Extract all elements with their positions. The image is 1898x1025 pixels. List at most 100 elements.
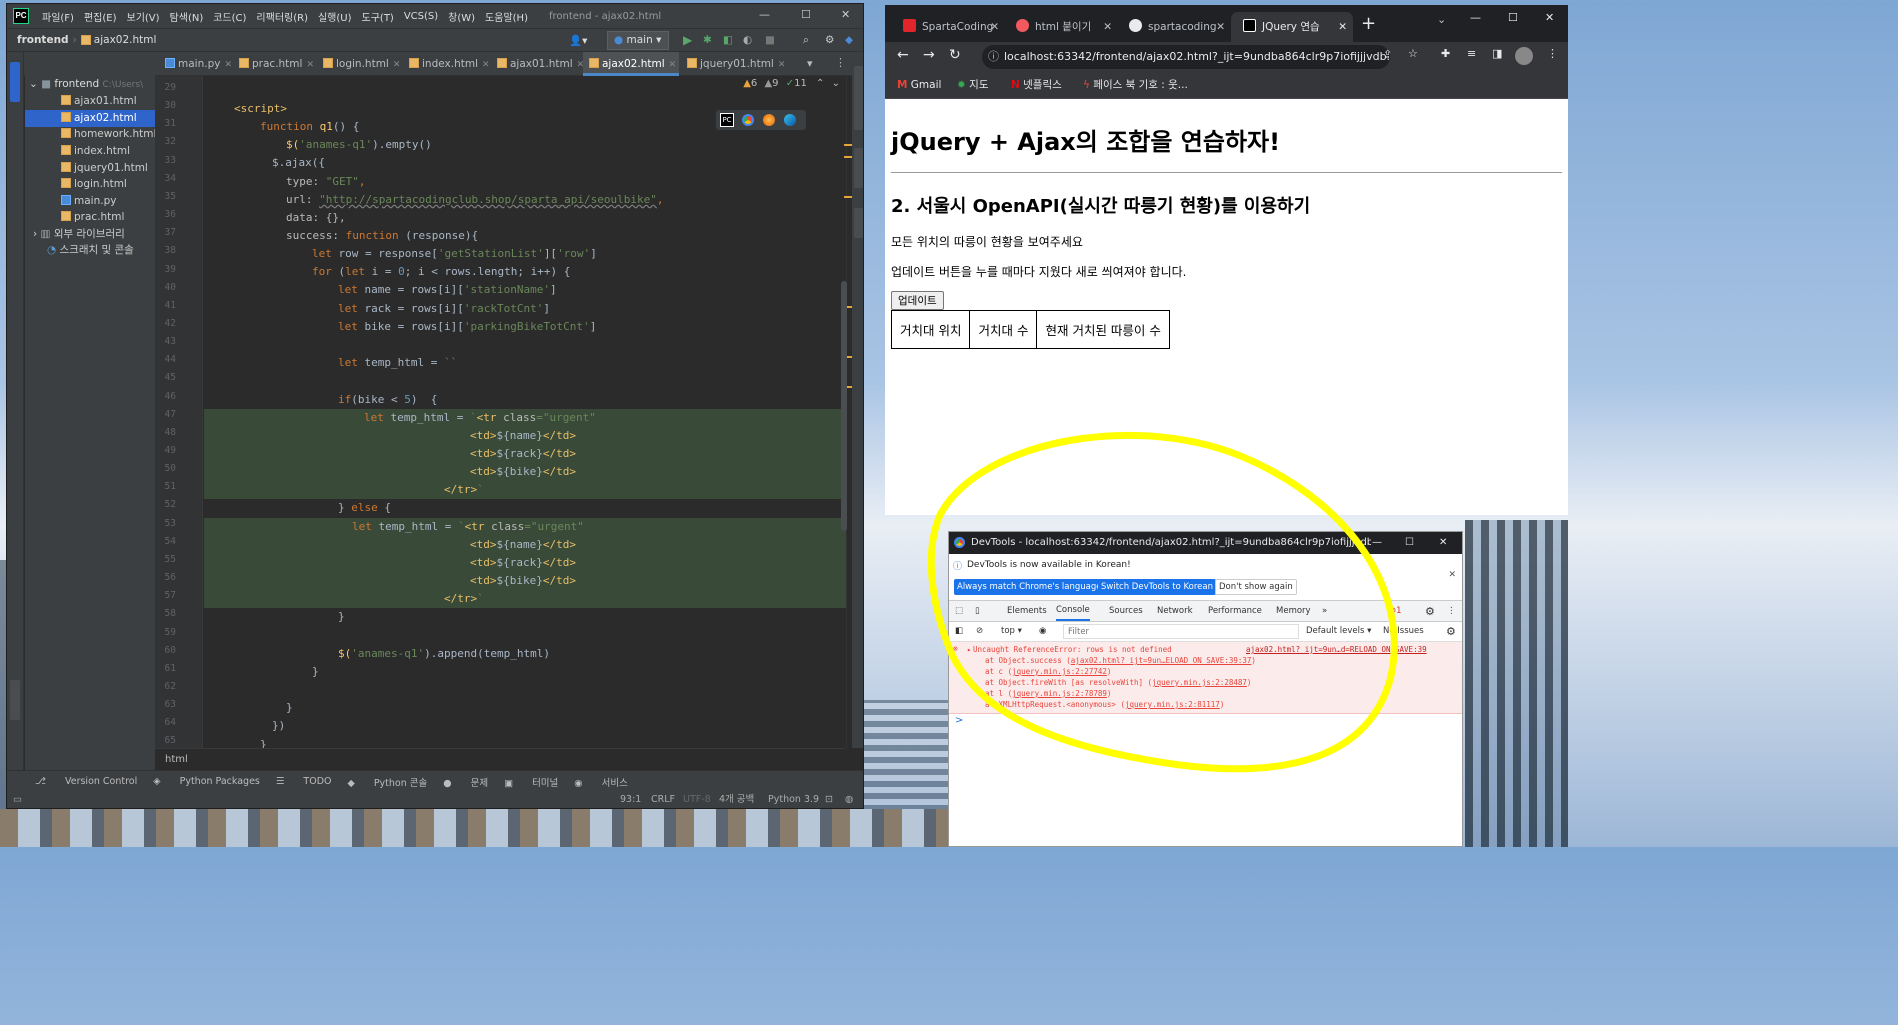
tree-file[interactable]: index.html (25, 143, 155, 160)
chrome-icon[interactable] (742, 114, 754, 126)
stack-link[interactable]: jquery.min.js:2:78789 (1012, 689, 1107, 698)
tree-root[interactable]: ⌄ ■ frontend C:\Users\ (25, 76, 155, 93)
problems-button[interactable]: ● 문제 (443, 775, 488, 789)
tab-search-icon[interactable]: ⌄ (1437, 13, 1446, 26)
bookmark-gmail[interactable]: M Gmail (897, 72, 941, 98)
menu-refactor[interactable]: 리팩터링(R) (251, 9, 313, 24)
database-tool-button[interactable] (854, 66, 863, 130)
tree-file[interactable]: homework.html (25, 126, 156, 143)
user-icon[interactable]: 👤▾ (569, 34, 587, 47)
forward-icon[interactable]: → (923, 47, 935, 63)
maximize-icon[interactable]: ☐ (1405, 532, 1414, 554)
tree-file[interactable]: ajax01.html (25, 93, 155, 110)
tree-file[interactable]: login.html (25, 176, 155, 193)
menu-tools[interactable]: 도구(T) (357, 9, 399, 24)
tab-console[interactable]: Console (1056, 601, 1090, 621)
structure-tool-button[interactable] (10, 680, 20, 720)
device-toolbar-icon[interactable]: ▯ (975, 601, 980, 622)
menu-file[interactable]: 파일(F) (37, 9, 79, 24)
console-settings-icon[interactable]: ⚙ (1446, 622, 1456, 641)
close-icon[interactable]: ✕ (1448, 570, 1456, 580)
error-source-link[interactable]: ajax02.html?_ijt=9un…d=RELOAD_ON_SAVE:39 (1246, 644, 1427, 655)
services-button[interactable]: ◉ 서비스 (574, 775, 628, 789)
expand-error-icon[interactable]: ▸ (967, 644, 972, 655)
maximize-icon[interactable]: ☐ (801, 8, 811, 21)
minimize-icon[interactable]: — (759, 8, 770, 21)
close-icon[interactable]: ✕ (224, 60, 232, 70)
python-interpreter[interactable]: Python 3.9 (768, 792, 819, 808)
maximize-icon[interactable]: ☐ (1508, 11, 1518, 24)
todo-button[interactable]: ☰ TODO (276, 776, 332, 787)
reading-list-icon[interactable]: ≡ (1467, 47, 1476, 60)
tree-file[interactable]: jquery01.html (25, 160, 155, 177)
notifications-tool-button[interactable] (854, 208, 863, 238)
profile-icon[interactable]: ◐ (743, 34, 752, 46)
reload-icon[interactable]: ↻ (949, 47, 961, 63)
stack-link[interactable]: jquery.min.js:2:28487 (1152, 678, 1247, 687)
tab-prac-html[interactable]: prac.html ✕ (233, 52, 314, 76)
minimize-icon[interactable]: — (1372, 532, 1382, 554)
menu-run[interactable]: 실행(U) (313, 9, 357, 24)
run-config-select[interactable]: ● main ▾ (607, 31, 669, 50)
more-tabs-icon[interactable]: » (1322, 601, 1327, 622)
menu-window[interactable]: 창(W) (443, 9, 480, 24)
inspection-widget[interactable]: ▲6 ▲9 ✓11 ⌃ ⌄ (743, 78, 840, 89)
firefox-icon[interactable] (763, 114, 775, 126)
tab-login-html[interactable]: login.html ✕ (317, 52, 400, 76)
caret-position[interactable]: 93:1 (620, 792, 641, 808)
memory-indicator-icon[interactable]: ◍ (845, 792, 853, 808)
settings-icon[interactable]: ⚙ (825, 34, 834, 46)
indent-setting[interactable]: 4개 공백 (719, 792, 754, 808)
nav-file[interactable]: ajax02.html (94, 34, 157, 46)
new-tab-icon[interactable]: + (1361, 13, 1376, 34)
project-tool-button[interactable] (10, 62, 20, 102)
close-icon[interactable]: ✕ (1216, 12, 1225, 42)
tab-ajax02-html[interactable]: ajax02.html ✕ (583, 52, 679, 76)
more-icon[interactable]: ⋮ (835, 56, 846, 69)
switch-korean-button[interactable]: Switch DevTools to Korean (1098, 579, 1216, 595)
menu-vcs[interactable]: VCS(S) (399, 11, 443, 22)
stack-link[interactable]: jquery.min.js:2:81117 (1125, 700, 1220, 709)
tab-network[interactable]: Network (1157, 601, 1193, 622)
lock-icon[interactable]: ⊡ (825, 792, 833, 808)
tab-ajax01-html[interactable]: ajax01.html ✕ (491, 52, 584, 76)
match-language-button[interactable]: Always match Chrome's language (954, 579, 1105, 595)
close-icon[interactable]: ✕ (841, 8, 850, 21)
bookmark-facebook[interactable]: ϟ 페이스 북 기호 : 웃... (1083, 72, 1188, 98)
clear-console-icon[interactable]: ⊘ (976, 622, 983, 641)
editor-breadcrumb[interactable]: html (155, 748, 845, 770)
menu-edit[interactable]: 편집(E) (79, 9, 122, 24)
bookmark-star-icon[interactable]: ☆ (1408, 47, 1418, 60)
bookmark-netflix[interactable]: N 넷플릭스 (1011, 72, 1062, 98)
inspect-element-icon[interactable]: ⬚ (955, 601, 963, 622)
more-icon[interactable]: ⋮ (1447, 601, 1456, 622)
menu-code[interactable]: 코드(C) (208, 9, 251, 24)
close-icon[interactable]: ✕ (669, 60, 677, 70)
address-bar[interactable]: ⓘ localhost:63342/frontend/ajax02.html?_i… (982, 45, 1390, 69)
version-control-button[interactable]: ⎇ Version Control (35, 776, 137, 787)
python-console-button[interactable]: ◆ Python 콘솔 (348, 775, 428, 789)
tab-jquery01-html[interactable]: jquery01.html ✕ (681, 52, 785, 76)
extensions-icon[interactable]: ✚ (1441, 47, 1450, 60)
more-icon[interactable]: ⋮ (1547, 47, 1558, 60)
close-icon[interactable]: ✕ (306, 60, 314, 70)
jetbrains-icon[interactable]: ◆ (845, 34, 853, 46)
close-icon[interactable]: ✕ (1545, 11, 1554, 24)
back-icon[interactable]: ← (897, 47, 909, 63)
tree-scratches[interactable]: ◔ 스크래치 및 콘솔 (25, 242, 155, 259)
stop-icon[interactable]: ■ (765, 34, 775, 46)
dont-show-again-button[interactable]: Don't show again (1215, 579, 1297, 595)
tab-index-html[interactable]: index.html ✕ (403, 52, 490, 76)
avatar[interactable] (1515, 47, 1533, 65)
sciview-tool-button[interactable] (854, 148, 863, 188)
browser-tab-active[interactable]: JQuery 연습 ✕ (1231, 12, 1353, 42)
chevron-up-icon[interactable]: ⌃ (816, 78, 824, 89)
tree-file-selected[interactable]: ajax02.html (25, 110, 155, 127)
issues-button[interactable]: No Issues (1383, 622, 1424, 641)
search-everywhere-icon[interactable]: ⌕ (803, 34, 809, 47)
line-separator[interactable]: CRLF (651, 792, 675, 808)
close-icon[interactable]: ✕ (393, 60, 401, 70)
console-error-entry[interactable]: ⊗ ▸ Uncaught ReferenceError: rows is not… (949, 642, 1462, 714)
update-button[interactable]: 업데이트 (891, 291, 944, 310)
menu-view[interactable]: 보기(V) (122, 9, 165, 24)
